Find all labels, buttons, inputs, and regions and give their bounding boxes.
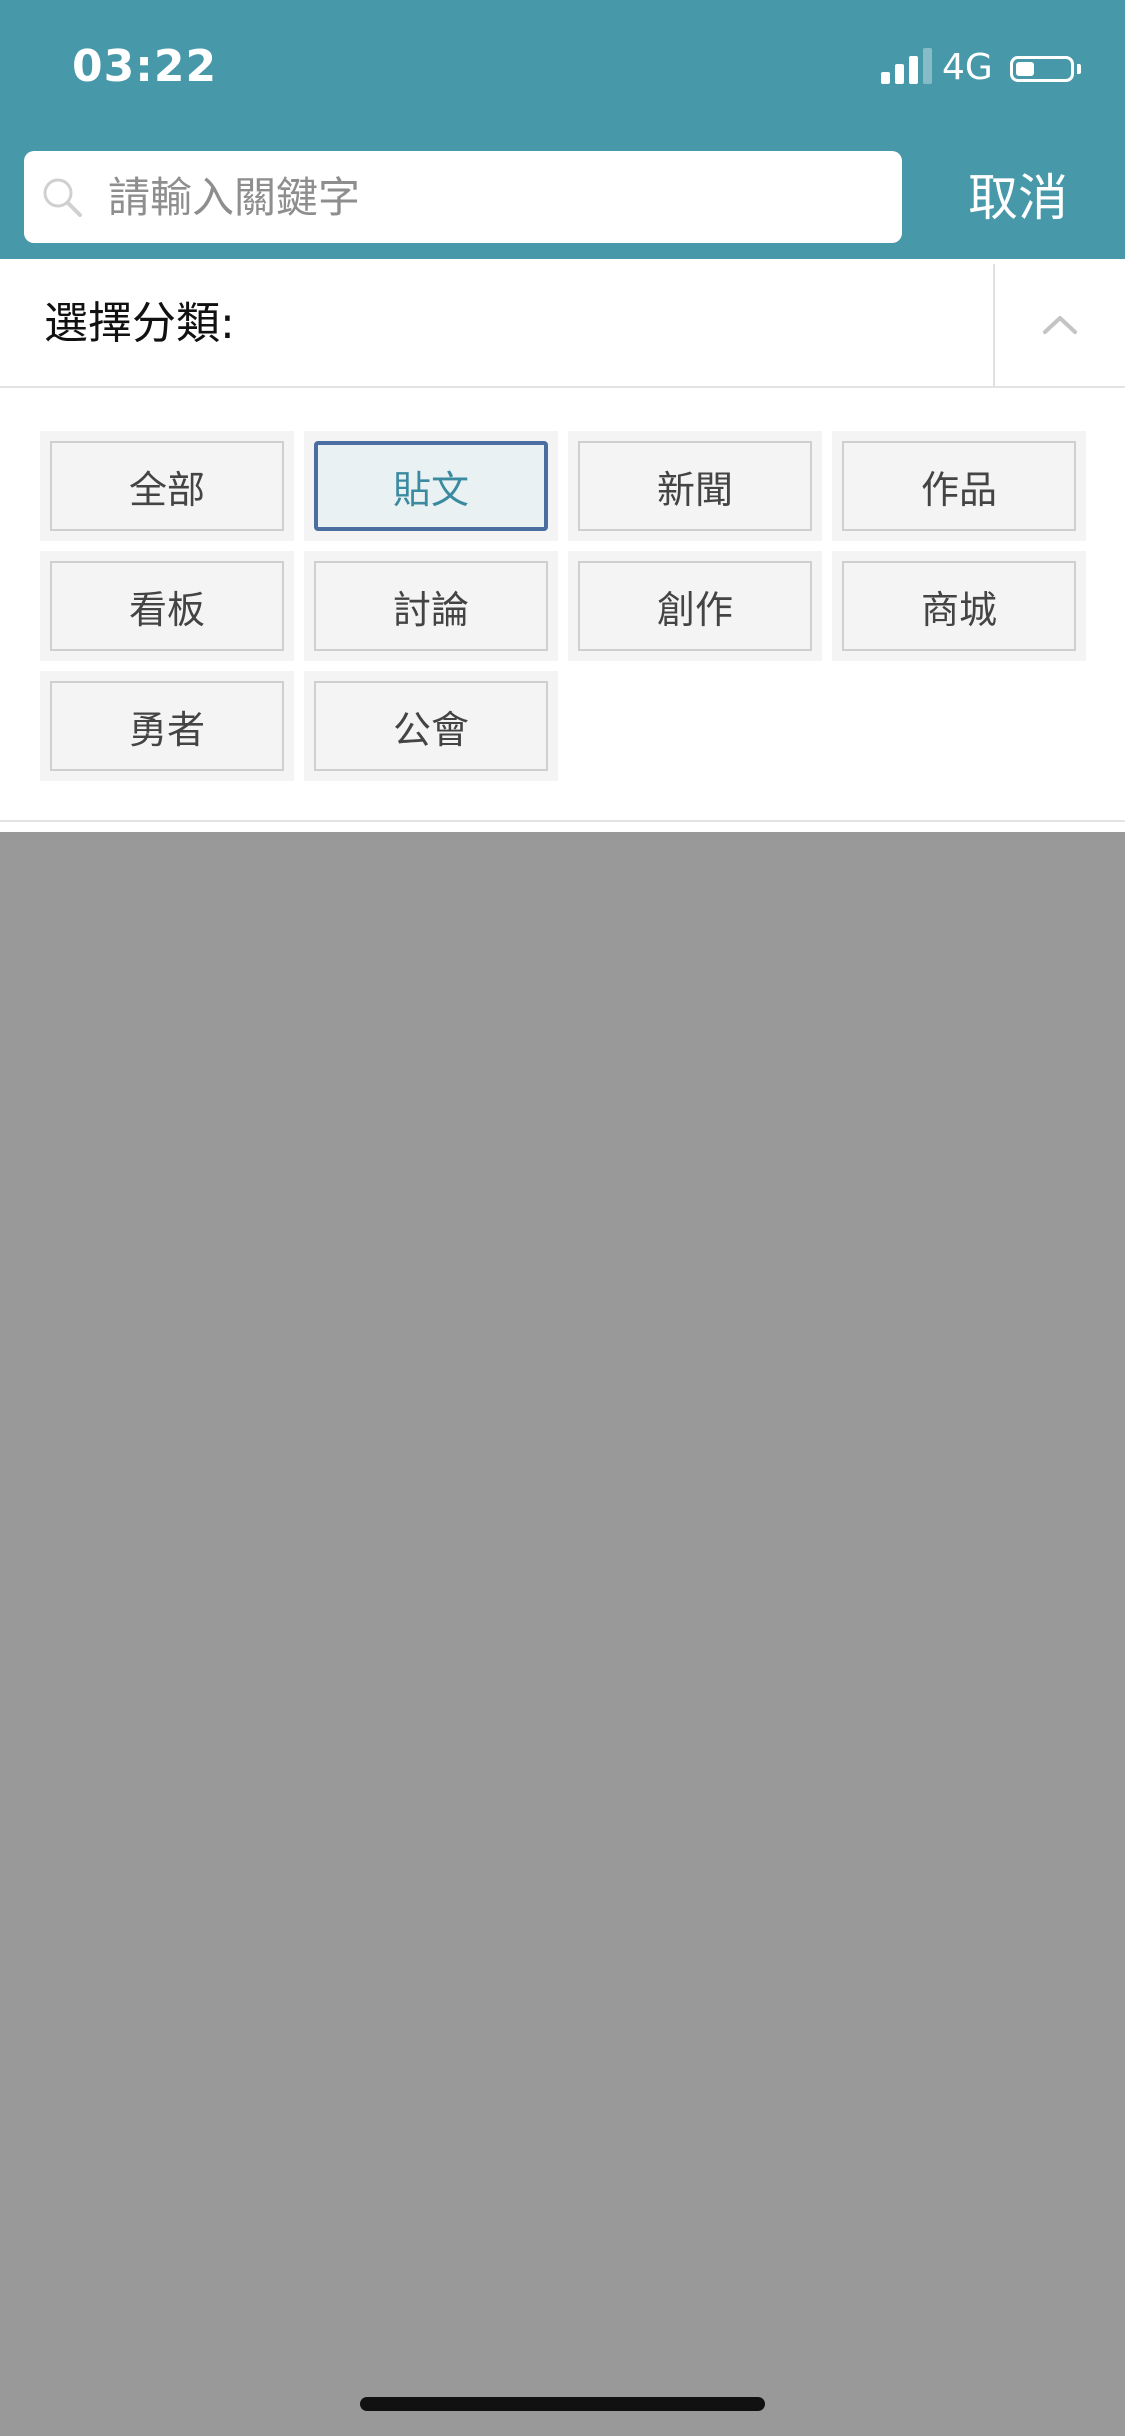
category-option[interactable]: 看板 <box>40 551 294 661</box>
category-option[interactable]: 商城 <box>832 551 1086 661</box>
category-label-text: 選擇分類 <box>44 298 220 349</box>
screen: 03:22 4G 取消 選擇分類: <box>0 0 1125 2436</box>
network-type: 4G <box>942 47 993 88</box>
chevron-up-icon <box>1043 316 1077 334</box>
category-option[interactable]: 公會 <box>304 671 558 781</box>
category-option[interactable]: 討論 <box>304 551 558 661</box>
category-option-label: 新聞 <box>656 467 733 512</box>
category-option[interactable]: 作品 <box>832 431 1086 541</box>
category-option[interactable]: 創作 <box>568 551 822 661</box>
category-panel: 選擇分類: 全部 貼文 新聞 作品 看板 討論 創作 商城 勇者 公會 <box>0 259 1125 832</box>
category-option-label: 商城 <box>920 587 997 632</box>
search-box[interactable] <box>24 151 902 243</box>
search-input[interactable] <box>86 151 886 243</box>
category-option-label: 公會 <box>392 707 469 752</box>
collapse-button[interactable] <box>993 264 1125 386</box>
category-option-label: 看板 <box>128 587 205 632</box>
signal-strength-icon <box>877 46 937 90</box>
category-option-label: 討論 <box>392 587 469 632</box>
category-option-label: 貼文 <box>392 467 469 512</box>
category-label-colon: : <box>220 298 235 349</box>
category-option-label: 創作 <box>656 587 733 632</box>
category-header: 選擇分類: <box>0 264 1125 388</box>
panel-divider <box>0 820 1125 822</box>
category-option[interactable]: 全部 <box>40 431 294 541</box>
category-option[interactable]: 勇者 <box>40 671 294 781</box>
header: 03:22 4G 取消 <box>0 0 1125 259</box>
category-option-selected[interactable]: 貼文 <box>304 431 558 541</box>
category-label: 選擇分類: <box>44 296 235 352</box>
battery-icon <box>1002 46 1090 90</box>
search-icon <box>43 178 82 217</box>
status-time: 03:22 <box>72 41 218 92</box>
home-indicator[interactable] <box>360 2397 765 2411</box>
category-option[interactable]: 新聞 <box>568 431 822 541</box>
category-option-label: 全部 <box>128 467 205 512</box>
category-option-label: 作品 <box>920 467 997 512</box>
category-option-label: 勇者 <box>128 707 205 752</box>
cancel-button[interactable]: 取消 <box>968 168 1068 228</box>
